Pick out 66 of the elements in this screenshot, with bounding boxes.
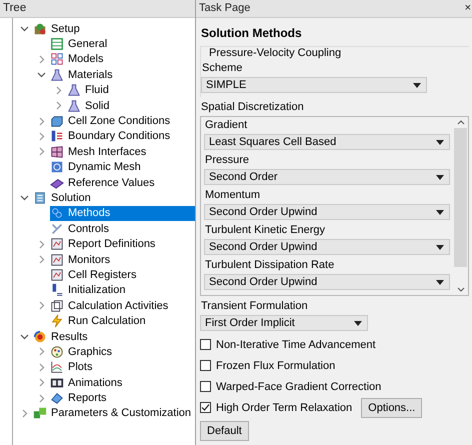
field-label: Transient Formulation <box>201 300 309 313</box>
field-label: Turbulent Dissipation Rate <box>205 259 336 272</box>
tree-item[interactable]: Solid <box>67 98 195 114</box>
checkbox[interactable] <box>200 381 211 392</box>
caret-icon <box>436 210 444 214</box>
checkbox[interactable] <box>200 360 211 371</box>
chevron-down-icon[interactable] <box>456 287 464 292</box>
checkbox[interactable] <box>200 339 211 350</box>
tree-item[interactable]: Results <box>33 328 195 344</box>
field-label: Gradient <box>205 119 248 132</box>
close-button[interactable]: × <box>464 0 471 17</box>
dropdown[interactable]: Second Order <box>204 169 450 185</box>
tree-item[interactable]: Mesh Interfaces <box>50 144 195 160</box>
tree-item[interactable]: Solution <box>33 190 195 206</box>
tree-item[interactable]: Parameters & Customization <box>33 406 195 422</box>
section-label: Spatial Discretization <box>201 101 305 114</box>
tree-item[interactable]: Models <box>50 52 195 68</box>
dropdown[interactable]: Least Squares Cell Based <box>204 134 450 150</box>
tree-item[interactable]: Report Definitions <box>50 236 195 252</box>
tree-header: Tree <box>0 0 195 18</box>
checkbox-label[interactable]: Non-Iterative Time Advancement <box>216 338 376 350</box>
tree-item[interactable]: Materials <box>50 67 195 83</box>
tree-item[interactable]: Initialization <box>50 282 195 298</box>
tree-item[interactable]: Setup <box>33 21 195 36</box>
checkbox[interactable] <box>200 402 211 413</box>
task-page-header: Task Page <box>199 1 250 16</box>
tree-item[interactable]: Reference Values <box>50 174 195 190</box>
caret-icon <box>436 280 444 284</box>
tree-item[interactable]: Calculation Activities <box>50 298 195 314</box>
caret-icon <box>413 82 421 88</box>
tree-item[interactable]: Controls <box>50 221 195 236</box>
dropdown[interactable]: Second Order Upwind <box>204 239 450 255</box>
dropdown[interactable]: Second Order Upwind <box>204 274 450 290</box>
section-heading: Solution Methods <box>201 26 303 40</box>
caret-icon <box>354 320 362 326</box>
tree-item[interactable]: Graphics <box>50 344 195 360</box>
tree-item[interactable]: Boundary Conditions <box>50 128 195 144</box>
tree-item[interactable]: Fluid <box>67 82 195 98</box>
caret-icon <box>436 174 444 180</box>
checkbox-label[interactable]: Warped-Face Gradient Correction <box>216 380 382 392</box>
chevron-up-icon[interactable] <box>456 120 464 125</box>
tree-item[interactable]: Run Calculation <box>50 313 195 329</box>
tree-item[interactable]: Monitors <box>50 252 195 268</box>
dropdown[interactable]: Second Order Upwind <box>204 204 450 220</box>
options-button[interactable]: Options... <box>361 398 422 418</box>
tree-item[interactable]: Cell Registers <box>50 267 195 283</box>
field-label: Momentum <box>205 189 262 202</box>
tree-item[interactable]: Reports <box>50 390 195 406</box>
group-legend: Pressure-Velocity Coupling <box>207 47 344 59</box>
tree-item[interactable]: General <box>50 36 195 52</box>
field-label: Scheme <box>202 62 244 75</box>
tree-item[interactable]: Dynamic Mesh <box>50 160 195 175</box>
tree-item[interactable]: Plots <box>50 360 195 375</box>
caret-icon <box>436 244 444 250</box>
dropdown[interactable]: SIMPLE <box>201 77 427 93</box>
caret-icon <box>436 140 444 144</box>
tree-item[interactable]: Animations <box>50 374 195 390</box>
dropdown[interactable]: First Order Implicit <box>200 315 368 331</box>
tree-item[interactable]: Methods <box>50 206 195 222</box>
field-label: Pressure <box>205 154 250 167</box>
field-label: Turbulent Kinetic Energy <box>205 224 326 237</box>
tree-item[interactable]: Cell Zone Conditions <box>50 113 195 129</box>
checkbox-label[interactable]: High Order Term Relaxation <box>216 402 352 414</box>
checkbox-label[interactable]: Frozen Flux Formulation <box>216 360 336 372</box>
scrollbar[interactable] <box>453 117 468 295</box>
default-button[interactable]: Default <box>200 421 249 441</box>
